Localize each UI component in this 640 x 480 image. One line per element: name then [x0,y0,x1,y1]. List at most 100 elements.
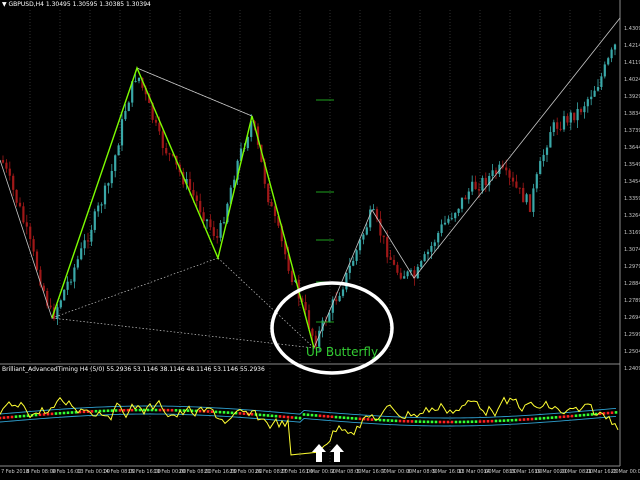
band-dot [458,420,462,424]
bull-candle [80,248,83,260]
bear-candle [382,235,385,238]
bear-candle [8,168,11,176]
bear-candle [32,239,35,252]
band-dot [450,420,454,424]
price-tick-label: 1.35490 [624,162,640,168]
price-tick-label: 1.34540 [624,179,640,185]
band-dot [486,419,490,423]
band-dot [286,415,290,419]
band-dot [498,419,502,423]
band-dot [262,413,266,417]
bull-candle [423,254,426,262]
bull-candle [552,122,555,133]
bull-candle [338,295,341,302]
bull-candle [365,227,368,235]
bull-candle [440,224,443,233]
band-dot [342,416,346,419]
bear-candle [399,272,402,279]
band-dot [270,414,274,418]
bull-candle [607,58,610,65]
bull-candle [549,132,552,148]
band-dot [574,414,578,418]
bear-candle [18,202,22,207]
chart-window[interactable]: ▼ GBPUSD,H4 1.30495 1.30595 1.30385 1.30… [0,0,640,480]
bull-candle [117,145,120,156]
band-dot [130,408,134,412]
bear-candle [25,222,28,227]
zigzag-line [0,17,621,350]
bull-candle [76,259,79,268]
bull-candle [590,96,593,100]
bear-candle [290,270,294,283]
bear-candle [202,212,205,222]
band-dot [274,414,278,418]
price-tick-label: 1.39290 [624,94,640,100]
bull-candle [352,260,355,266]
bull-candle [107,183,110,186]
bull-candle [600,76,603,88]
band-dot [50,412,54,416]
bull-candle [593,90,596,97]
band-dot [446,420,450,424]
band-dot [258,413,262,417]
indicator-line [0,396,619,456]
chart-canvas[interactable] [0,0,640,480]
band-dot [482,420,486,423]
price-tick-label: 1.38340 [624,111,640,117]
symbol-header: ▼ GBPUSD,H4 1.30495 1.30595 1.30385 1.30… [2,1,151,8]
band-dot [382,418,386,422]
pattern-label: UP Butterfly [306,345,379,359]
bull-candle [345,272,348,290]
bull-candle [134,81,137,83]
band-dot [558,415,562,419]
band-dot [10,415,14,419]
bear-candle [188,179,192,190]
bull-candle [535,174,538,189]
band-dot [146,408,150,412]
bear-candle [505,167,508,171]
bull-candle [613,44,617,50]
bull-candle [471,181,474,192]
band-dot [106,409,110,413]
bull-candle [467,191,470,200]
bear-candle [474,181,477,190]
band-dot [250,412,254,416]
price-tick-label: 1.29790 [624,264,640,270]
band-dot [298,416,302,420]
band-dot [442,420,446,424]
bull-candle [355,250,358,261]
band-dot [34,413,38,417]
bear-candle [212,227,215,237]
price-tick-label: 1.36440 [624,145,640,151]
pattern-connector [51,115,253,319]
bull-candle [562,116,566,130]
band-dot [510,418,514,422]
band-dot [214,410,218,414]
bear-candle [12,175,15,190]
band-dot [394,419,398,423]
bull-candle [454,212,457,219]
band-dot [526,418,530,421]
bull-candle [603,64,606,77]
band-dot [350,416,354,420]
bull-candle [447,218,450,223]
band-dot [62,411,66,415]
bull-candle [124,110,127,120]
bull-candle [59,300,62,308]
band-dot [102,409,106,413]
price-tick-label: 1.25990 [624,332,640,338]
bull-candle [443,222,447,225]
band-dot [434,420,438,424]
band-dot [338,416,342,419]
band-dot [502,419,506,422]
bull-candle [93,211,96,230]
bear-candle [379,218,382,236]
bull-candle [219,223,222,238]
highlight-ellipse [270,281,394,375]
bull-candle [481,177,484,191]
band-dot [306,413,310,417]
band-dot [6,416,10,419]
bull-candle [491,170,494,176]
bear-candle [386,237,389,258]
band-dot [398,419,402,423]
